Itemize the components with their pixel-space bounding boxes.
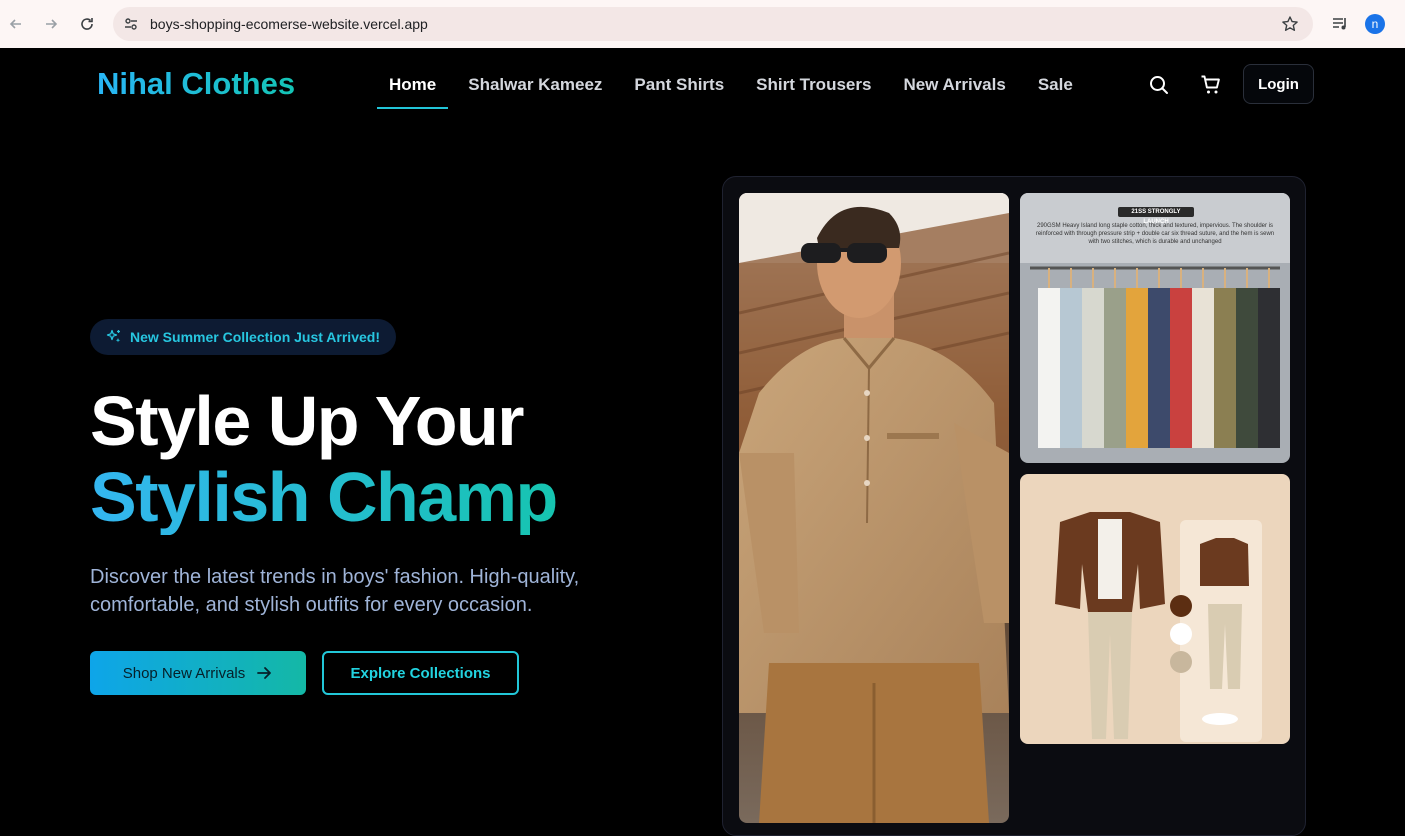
media-controls-icon[interactable] — [1330, 14, 1350, 34]
hero-description: Discover the latest trends in boys' fash… — [90, 566, 580, 616]
outfit-photo[interactable] — [1020, 474, 1290, 744]
arrow-right-icon — [257, 667, 272, 679]
back-button[interactable] — [5, 13, 27, 35]
nav-item-shirt-trousers[interactable]: Shirt Trousers — [744, 64, 883, 109]
site-settings-icon[interactable] — [123, 16, 139, 32]
profile-avatar[interactable]: n — [1365, 14, 1385, 34]
main-nav: Home Shalwar Kameez Pant Shirts Shirt Tr… — [377, 64, 1093, 109]
shop-new-arrivals-button[interactable]: Shop New Arrivals — [90, 651, 306, 695]
shirt-rack-photo[interactable]: 21SS STRONGLY LAUNCH 290GSM Heavy Island… — [1020, 193, 1290, 463]
model-photo[interactable] — [739, 193, 1009, 823]
badge-text: New Summer Collection Just Arrived! — [130, 329, 380, 345]
nav-item-new-arrivals[interactable]: New Arrivals — [891, 64, 1017, 109]
hero-title-line2: Stylish Champ — [90, 458, 558, 536]
forward-button[interactable] — [40, 13, 62, 35]
explore-collections-button[interactable]: Explore Collections — [322, 651, 519, 695]
website: Nihal Clothes Home Shalwar Kameez Pant S… — [0, 48, 1405, 836]
nav-item-sale[interactable]: Sale — [1026, 64, 1085, 109]
nav-item-pant-shirts[interactable]: Pant Shirts — [622, 64, 736, 109]
rack-caption-badge: 21SS STRONGLY LAUNCH — [1131, 209, 1181, 225]
sparkles-icon — [106, 329, 121, 343]
nav-item-home[interactable]: Home — [377, 64, 449, 109]
url-text: boys-shopping-ecomerse-website.vercel.ap… — [150, 16, 428, 32]
address-bar[interactable]: boys-shopping-ecomerse-website.vercel.ap… — [113, 7, 1313, 41]
new-collection-badge: New Summer Collection Just Arrived! — [90, 319, 396, 355]
search-icon[interactable] — [1148, 74, 1170, 96]
brand-logo[interactable]: Nihal Clothes — [97, 66, 295, 102]
nav-item-shalwar-kameez[interactable]: Shalwar Kameez — [456, 64, 614, 109]
browser-toolbar: boys-shopping-ecomerse-website.vercel.ap… — [0, 0, 1405, 48]
shop-new-arrivals-label: Shop New Arrivals — [122, 664, 246, 682]
rack-caption-text: 290GSM Heavy Island long staple cotton, … — [1035, 223, 1275, 245]
hero-title-line1: Style Up Your — [90, 382, 525, 460]
login-button[interactable]: Login — [1243, 64, 1314, 104]
bookmark-star-icon[interactable] — [1281, 15, 1299, 33]
reload-button[interactable] — [76, 13, 98, 35]
hero-gallery: 21SS STRONGLY LAUNCH 290GSM Heavy Island… — [722, 176, 1306, 836]
cart-icon[interactable] — [1200, 74, 1222, 96]
